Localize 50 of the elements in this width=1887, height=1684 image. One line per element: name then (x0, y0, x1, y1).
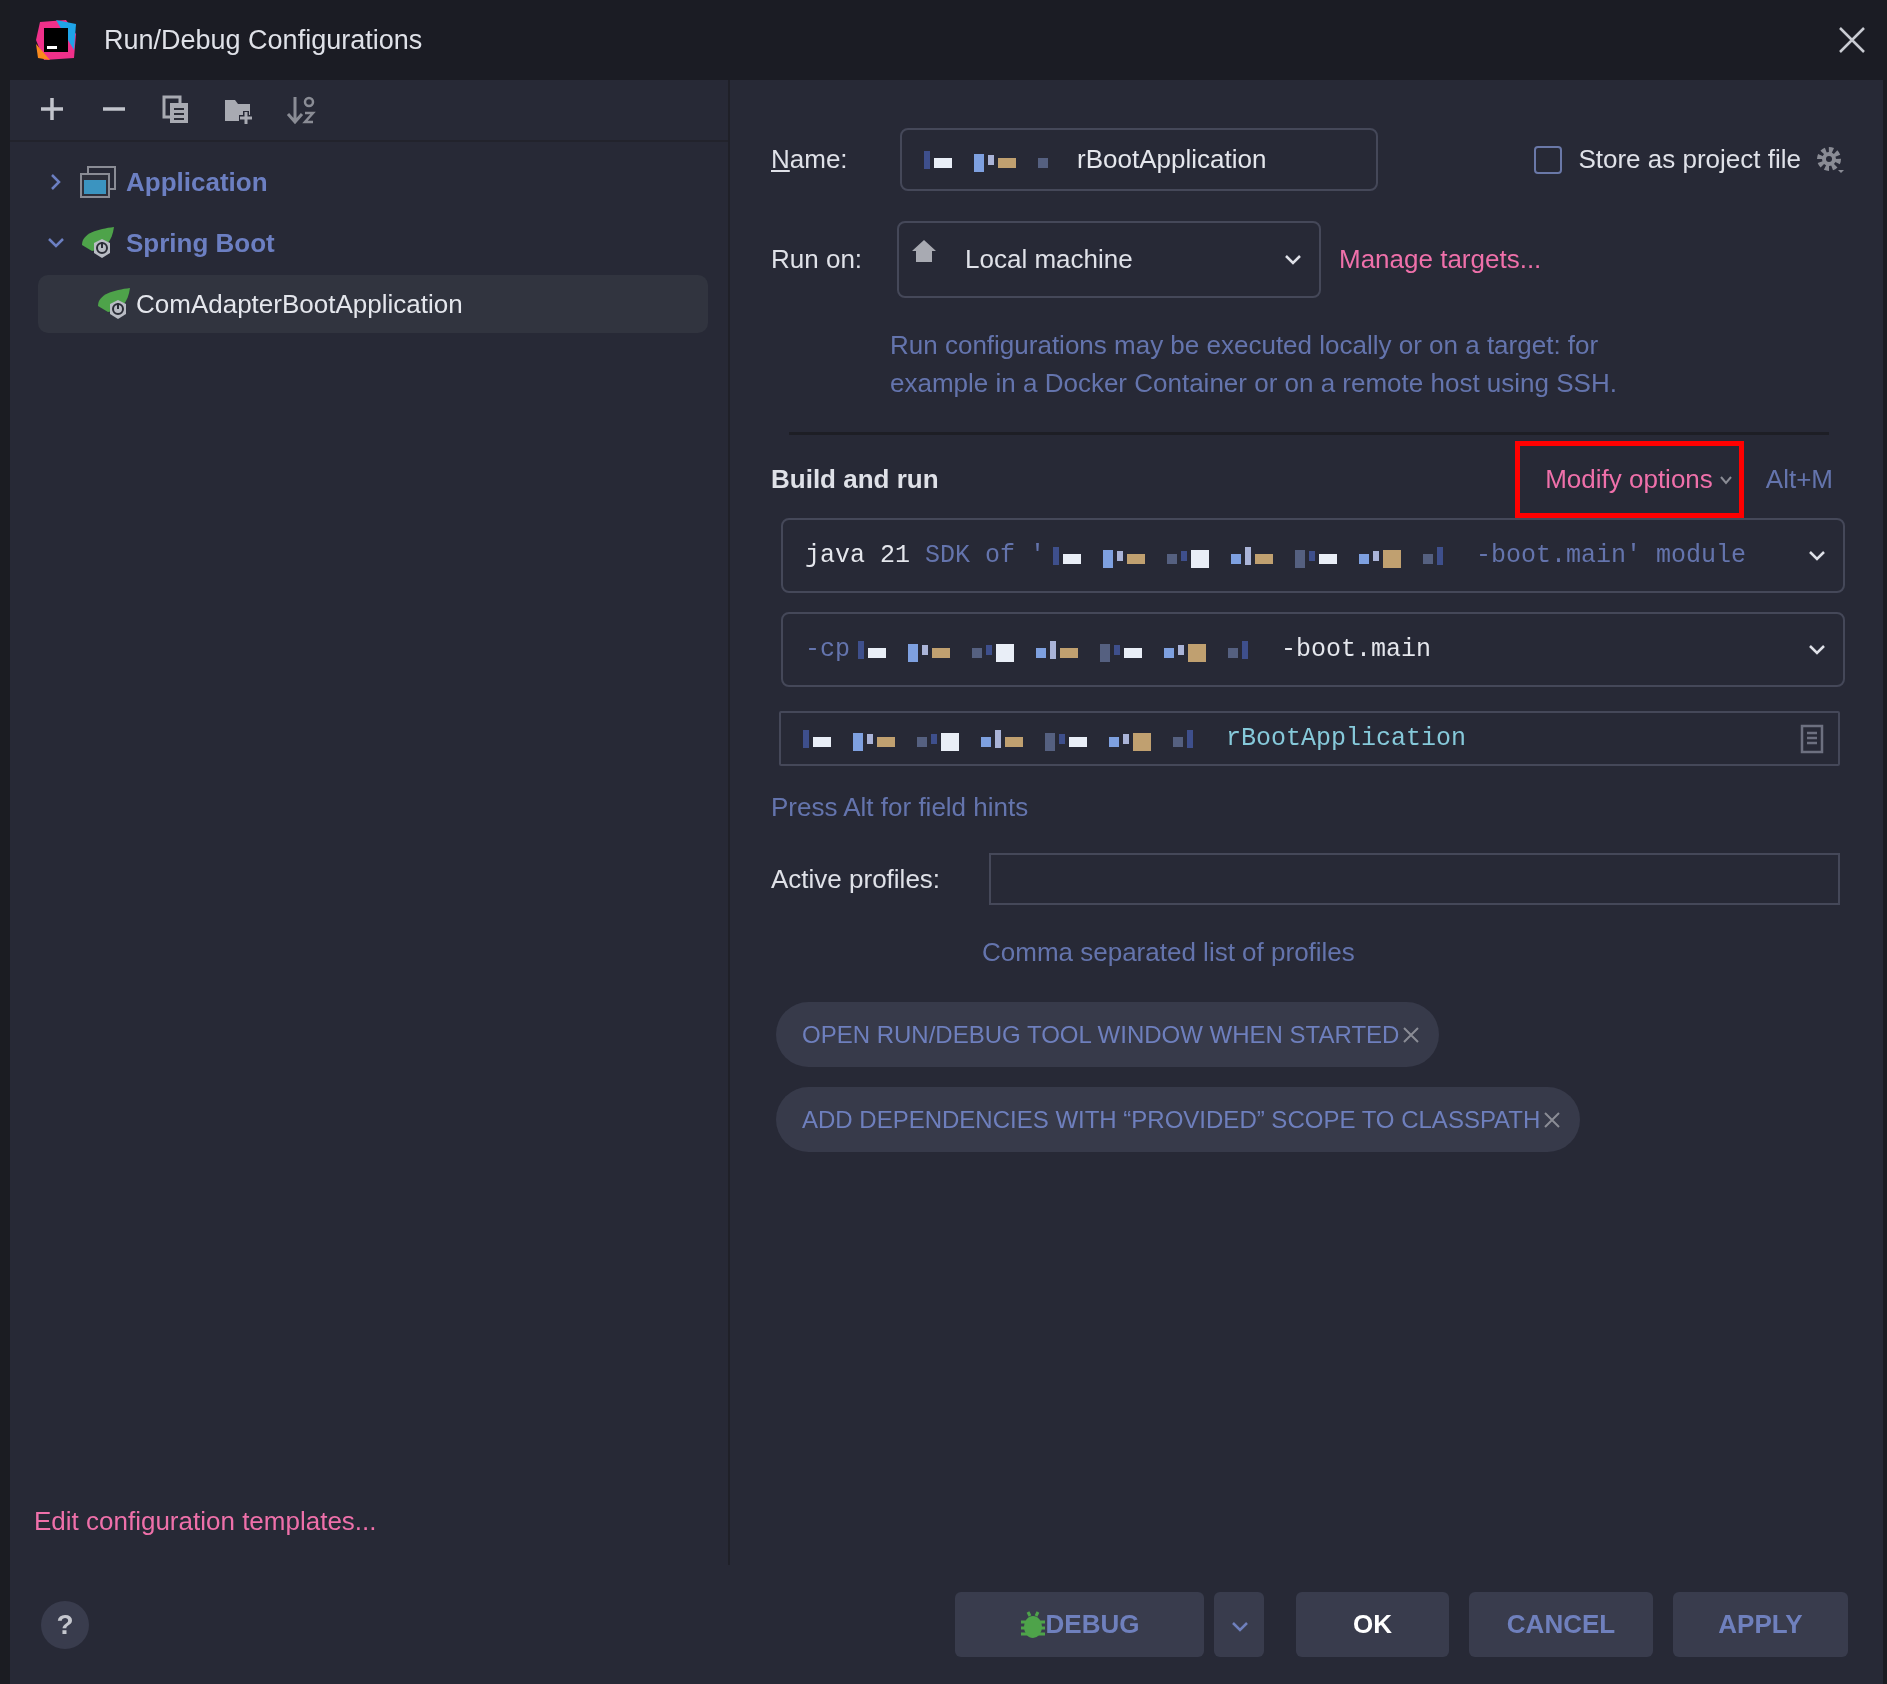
leaf-gear-icon (80, 227, 116, 259)
sort-icon[interactable] (286, 95, 316, 125)
main-class-field[interactable]: rBootApplication (779, 711, 1840, 766)
tree-item[interactable]: Spring Boot (38, 214, 708, 272)
bug-icon (1019, 1609, 1046, 1640)
modify-options-button[interactable]: Modify options (1515, 441, 1744, 518)
apply-button[interactable]: APPLY (1673, 1592, 1848, 1657)
option-chip[interactable]: OPEN RUN/DEBUG TOOL WINDOW WHEN STARTED (776, 1002, 1440, 1067)
shortcut-hint: Alt+M (1765, 463, 1833, 496)
run-on-dropdown[interactable]: Local machine (897, 221, 1321, 298)
leaf-gear-icon (96, 288, 132, 320)
manage-targets-link[interactable]: Manage targets... (1339, 240, 1542, 279)
checkbox-label: Store as project file (1578, 143, 1801, 176)
tree-item[interactable]: Application (38, 153, 708, 211)
tree-item[interactable]: ComAdapterBootApplication (38, 275, 708, 333)
section-title: Build and run (771, 463, 939, 496)
hint-text: Press Alt for field hints (771, 791, 1030, 824)
help-button[interactable]: ? (41, 1600, 89, 1649)
profiles-label: Active profiles: (771, 862, 942, 896)
close-icon[interactable] (1401, 1024, 1422, 1045)
settings-icon[interactable] (1815, 144, 1845, 175)
help-text: Run configurations may be executed locally or on a target: for example in a Docker Container or on a remote host using SSH. (890, 329, 1618, 400)
app-logo-icon (36, 20, 76, 60)
document-icon[interactable] (1800, 723, 1824, 754)
close-icon[interactable] (1542, 1109, 1563, 1130)
checkbox[interactable] (1534, 145, 1563, 174)
cancel-button[interactable]: CANCEL (1469, 1592, 1653, 1657)
field-hint-text: SDK of ' (925, 539, 1046, 572)
close-button[interactable] (1837, 25, 1867, 55)
field-value: -boot.main (1281, 633, 1432, 666)
hint-text: Comma separated list of profiles (982, 936, 1356, 969)
close-icon (1837, 25, 1867, 55)
field-hint-text: -boot.main' module (1476, 539, 1747, 572)
field-value: rBootApplication (1077, 143, 1267, 176)
home-icon (911, 239, 937, 263)
ok-button[interactable]: OK (1296, 1592, 1449, 1657)
field-value: rBootApplication (1226, 722, 1467, 755)
templates-link[interactable]: Edit configuration templates... (34, 1502, 728, 1541)
field-value: java 21 (805, 539, 911, 572)
debug-button[interactable]: DEBUG (955, 1592, 1204, 1657)
window-title: Run/Debug Configurations (104, 23, 423, 57)
name-field[interactable]: rBootApplication (900, 128, 1378, 191)
name-label: Name: (771, 143, 849, 176)
run-on-label: Run on: (771, 243, 864, 276)
profiles-field[interactable] (989, 853, 1840, 905)
option-chip[interactable]: ADD DEPENDENCIES WITH “PROVIDED” SCOPE TO CLASSPATH (776, 1087, 1581, 1152)
dropdown-field[interactable]: java 21 SDK of ' -boot.main' module (781, 518, 1845, 593)
field-hint-text: -cp (805, 633, 850, 666)
window-icon (80, 166, 116, 198)
dropdown-field[interactable]: -cp -boot.main (781, 612, 1845, 687)
